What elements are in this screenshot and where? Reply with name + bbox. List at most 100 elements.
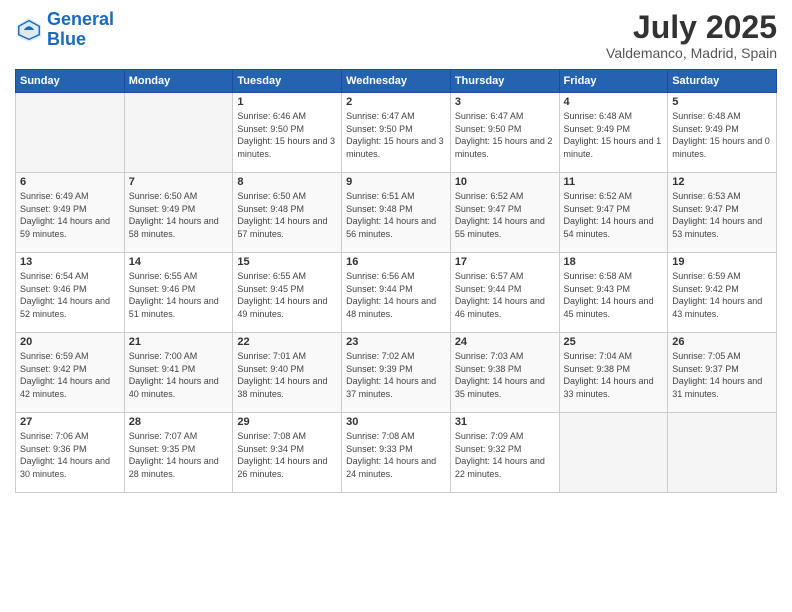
day-info: Sunrise: 7:01 AMSunset: 9:40 PMDaylight:… — [237, 350, 337, 400]
day-cell-w1-d5: 3Sunrise: 6:47 AMSunset: 9:50 PMDaylight… — [450, 93, 559, 173]
day-info: Sunrise: 7:06 AMSunset: 9:36 PMDaylight:… — [20, 430, 120, 480]
day-cell-w2-d1: 6 Sunrise: 6:49 AMSunset: 9:49 PMDaylight… — [16, 173, 125, 253]
day-number: 6 — [20, 176, 120, 188]
day-cell-w4-d2: 21 Sunrise: 7:00 AMSunset: 9:41 PMDayligh… — [124, 333, 233, 413]
day-info: Sunrise: 7:00 AMSunset: 9:41 PMDaylight:… — [129, 350, 229, 400]
day-cell-w4-d7: 26 Sunrise: 7:05 AMSunset: 9:37 PMDayligh… — [668, 333, 777, 413]
day-number: 30 — [346, 416, 446, 428]
day-info: Sunrise: 6:53 AMSunset: 9:47 PMDaylight:… — [672, 190, 772, 240]
day-info: Sunrise: 6:57 AMSunset: 9:44 PMDaylight:… — [455, 270, 555, 320]
day-number: 2 — [346, 96, 446, 108]
day-number: 28 — [129, 416, 229, 428]
day-info: Sunrise: 6:50 AMSunset: 9:48 PMDaylight:… — [237, 190, 337, 240]
day-cell-w5-d7 — [668, 413, 777, 493]
day-info: Sunrise: 6:48 AMSunset: 9:49 PMDaylight:… — [672, 110, 772, 160]
day-cell-w2-d6: 11Sunrise: 6:52 AMSunset: 9:47 PMDayligh… — [559, 173, 668, 253]
day-info: Sunrise: 6:47 AMSunset: 9:50 PMDaylight:… — [455, 110, 555, 160]
day-info: Sunrise: 7:08 AMSunset: 9:34 PMDaylight:… — [237, 430, 337, 480]
day-number: 20 — [20, 336, 120, 348]
day-cell-w5-d1: 27 Sunrise: 7:06 AMSunset: 9:36 PMDayligh… — [16, 413, 125, 493]
day-number: 21 — [129, 336, 229, 348]
day-info: Sunrise: 6:59 AMSunset: 9:42 PMDaylight:… — [20, 350, 120, 400]
day-number: 22 — [237, 336, 337, 348]
header-sunday: Sunday — [16, 70, 125, 93]
day-cell-w2-d4: 9Sunrise: 6:51 AMSunset: 9:48 PMDaylight… — [342, 173, 451, 253]
day-info: Sunrise: 6:48 AMSunset: 9:49 PMDaylight:… — [564, 110, 664, 160]
day-number: 10 — [455, 176, 555, 188]
day-number: 5 — [672, 96, 772, 108]
day-cell-w1-d2 — [124, 93, 233, 173]
day-number: 16 — [346, 256, 446, 268]
day-cell-w3-d1: 13 Sunrise: 6:54 AMSunset: 9:46 PMDayligh… — [16, 253, 125, 333]
header: General Blue July 2025 Valdemanco, Madri… — [15, 10, 777, 61]
header-friday: Friday — [559, 70, 668, 93]
day-info: Sunrise: 7:05 AMSunset: 9:37 PMDaylight:… — [672, 350, 772, 400]
day-headers-row: Sunday Monday Tuesday Wednesday Thursday… — [16, 70, 777, 93]
day-info: Sunrise: 7:08 AMSunset: 9:33 PMDaylight:… — [346, 430, 446, 480]
day-number: 27 — [20, 416, 120, 428]
day-info: Sunrise: 6:58 AMSunset: 9:43 PMDaylight:… — [564, 270, 664, 320]
day-info: Sunrise: 7:04 AMSunset: 9:38 PMDaylight:… — [564, 350, 664, 400]
day-number: 12 — [672, 176, 772, 188]
header-saturday: Saturday — [668, 70, 777, 93]
day-cell-w3-d2: 14 Sunrise: 6:55 AMSunset: 9:46 PMDayligh… — [124, 253, 233, 333]
day-cell-w1-d7: 5 Sunrise: 6:48 AMSunset: 9:49 PMDaylight… — [668, 93, 777, 173]
day-info: Sunrise: 7:09 AMSunset: 9:32 PMDaylight:… — [455, 430, 555, 480]
logo-icon — [15, 16, 43, 44]
day-number: 31 — [455, 416, 555, 428]
day-cell-w4-d6: 25 Sunrise: 7:04 AMSunset: 9:38 PMDayligh… — [559, 333, 668, 413]
day-number: 17 — [455, 256, 555, 268]
day-info: Sunrise: 6:52 AMSunset: 9:47 PMDaylight:… — [564, 190, 664, 240]
day-number: 14 — [129, 256, 229, 268]
day-cell-w3-d3: 15Sunrise: 6:55 AMSunset: 9:45 PMDayligh… — [233, 253, 342, 333]
day-cell-w4-d5: 24Sunrise: 7:03 AMSunset: 9:38 PMDayligh… — [450, 333, 559, 413]
day-cell-w4-d4: 23Sunrise: 7:02 AMSunset: 9:39 PMDayligh… — [342, 333, 451, 413]
day-number: 29 — [237, 416, 337, 428]
day-number: 1 — [237, 96, 337, 108]
header-wednesday: Wednesday — [342, 70, 451, 93]
day-cell-w2-d5: 10 Sunrise: 6:52 AMSunset: 9:47 PMDayligh… — [450, 173, 559, 253]
day-info: Sunrise: 6:50 AMSunset: 9:49 PMDaylight:… — [129, 190, 229, 240]
week-row-1: 1 Sunrise: 6:46 AMSunset: 9:50 PMDaylight… — [16, 93, 777, 173]
day-number: 7 — [129, 176, 229, 188]
title-block: July 2025 Valdemanco, Madrid, Spain — [606, 10, 777, 61]
day-number: 18 — [564, 256, 664, 268]
day-info: Sunrise: 6:59 AMSunset: 9:42 PMDaylight:… — [672, 270, 772, 320]
day-cell-w1-d3: 1 Sunrise: 6:46 AMSunset: 9:50 PMDaylight… — [233, 93, 342, 173]
day-cell-w5-d3: 29 Sunrise: 7:08 AMSunset: 9:34 PMDayligh… — [233, 413, 342, 493]
day-number: 25 — [564, 336, 664, 348]
day-number: 8 — [237, 176, 337, 188]
calendar-page: General Blue July 2025 Valdemanco, Madri… — [0, 0, 792, 612]
calendar-table: Sunday Monday Tuesday Wednesday Thursday… — [15, 69, 777, 493]
week-row-2: 6 Sunrise: 6:49 AMSunset: 9:49 PMDaylight… — [16, 173, 777, 253]
day-cell-w3-d6: 18 Sunrise: 6:58 AMSunset: 9:43 PMDayligh… — [559, 253, 668, 333]
day-cell-w5-d4: 30 Sunrise: 7:08 AMSunset: 9:33 PMDayligh… — [342, 413, 451, 493]
day-number: 13 — [20, 256, 120, 268]
day-info: Sunrise: 6:49 AMSunset: 9:49 PMDaylight:… — [20, 190, 120, 240]
header-tuesday: Tuesday — [233, 70, 342, 93]
logo-blue: Blue — [47, 29, 86, 49]
logo-text: General Blue — [47, 10, 114, 50]
month-title: July 2025 — [606, 10, 777, 45]
header-thursday: Thursday — [450, 70, 559, 93]
day-info: Sunrise: 6:51 AMSunset: 9:48 PMDaylight:… — [346, 190, 446, 240]
day-number: 23 — [346, 336, 446, 348]
week-row-3: 13 Sunrise: 6:54 AMSunset: 9:46 PMDayligh… — [16, 253, 777, 333]
day-info: Sunrise: 7:07 AMSunset: 9:35 PMDaylight:… — [129, 430, 229, 480]
day-info: Sunrise: 6:56 AMSunset: 9:44 PMDaylight:… — [346, 270, 446, 320]
day-info: Sunrise: 6:52 AMSunset: 9:47 PMDaylight:… — [455, 190, 555, 240]
day-info: Sunrise: 6:54 AMSunset: 9:46 PMDaylight:… — [20, 270, 120, 320]
location: Valdemanco, Madrid, Spain — [606, 45, 777, 61]
day-info: Sunrise: 6:46 AMSunset: 9:50 PMDaylight:… — [237, 110, 337, 160]
day-cell-w2-d2: 7 Sunrise: 6:50 AMSunset: 9:49 PMDaylight… — [124, 173, 233, 253]
logo-general: General — [47, 9, 114, 29]
day-cell-w3-d7: 19 Sunrise: 6:59 AMSunset: 9:42 PMDayligh… — [668, 253, 777, 333]
day-number: 26 — [672, 336, 772, 348]
day-number: 4 — [564, 96, 664, 108]
day-number: 15 — [237, 256, 337, 268]
day-info: Sunrise: 6:55 AMSunset: 9:46 PMDaylight:… — [129, 270, 229, 320]
day-number: 19 — [672, 256, 772, 268]
day-number: 24 — [455, 336, 555, 348]
day-cell-w1-d6: 4 Sunrise: 6:48 AMSunset: 9:49 PMDaylight… — [559, 93, 668, 173]
logo: General Blue — [15, 10, 114, 50]
